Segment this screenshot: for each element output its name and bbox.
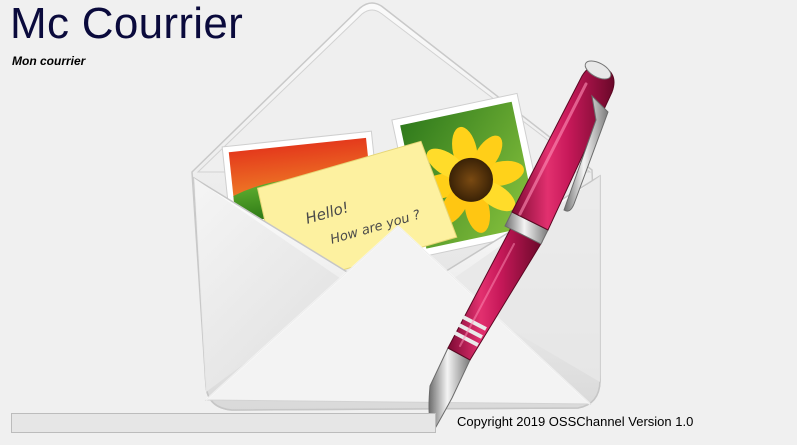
loading-progress-bar [11, 413, 436, 433]
mail-envelope-pen-icon: Hello! How are you ? [191, 2, 615, 434]
splash-screen: Mc Courrier Mon courrier Hello! How are … [0, 0, 797, 445]
copyright-text: Copyright 2019 OSSChannel Version 1.0 [457, 414, 694, 429]
app-subtitle: Mon courrier [12, 54, 86, 68]
